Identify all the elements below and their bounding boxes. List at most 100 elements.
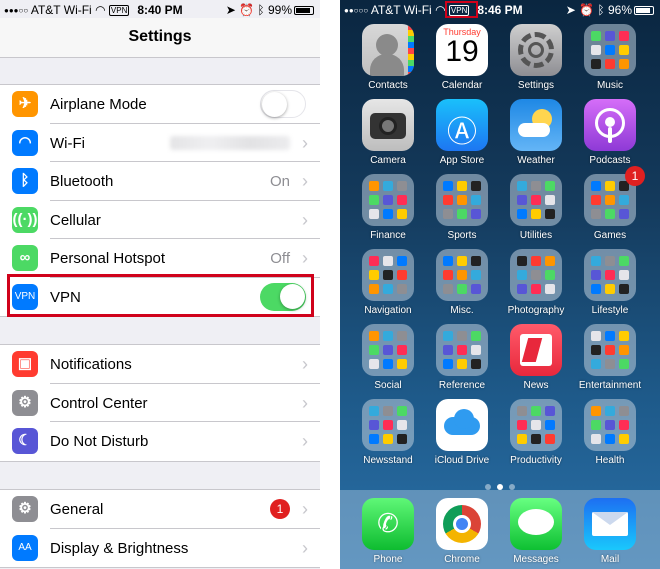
app-badge: 1 bbox=[625, 166, 645, 186]
update-badge: 1 bbox=[270, 499, 290, 519]
app-contacts[interactable]: Contacts bbox=[351, 24, 425, 91]
mail-icon bbox=[584, 498, 636, 550]
phone-icon: ✆ bbox=[362, 498, 414, 550]
battery-icon bbox=[294, 6, 314, 15]
airplane-mode-toggle[interactable] bbox=[260, 90, 306, 118]
app-label: Reference bbox=[438, 380, 486, 391]
hotspot-icon: ∞ bbox=[12, 245, 38, 271]
settings-row-airplane-mode[interactable]: ✈ Airplane Mode bbox=[0, 85, 320, 124]
app-podcasts[interactable]: Podcasts bbox=[573, 99, 647, 166]
app-app-store[interactable]: Ⓐ App Store bbox=[425, 99, 499, 166]
control-center-icon: ⚙ bbox=[12, 389, 38, 416]
app-label: Newsstand bbox=[363, 455, 413, 466]
app-label: Photography bbox=[507, 305, 565, 316]
photography-folder-icon bbox=[510, 249, 562, 301]
chevron-right-icon: › bbox=[302, 132, 308, 153]
dock-app-messages[interactable]: Messages bbox=[499, 498, 573, 565]
navigation-bar: Settings bbox=[0, 18, 320, 58]
app-label: App Store bbox=[439, 155, 485, 166]
bluetooth-status-icon: ᛒ bbox=[257, 3, 265, 17]
app-navigation[interactable]: Navigation bbox=[351, 249, 425, 316]
app-finance[interactable]: Finance bbox=[351, 174, 425, 241]
calendar-icon: Thursday 19 bbox=[436, 24, 488, 76]
app-calendar[interactable]: Thursday 19 Calendar bbox=[425, 24, 499, 91]
page-title: Settings bbox=[128, 28, 192, 45]
app-newsstand[interactable]: Newsstand bbox=[351, 399, 425, 466]
dock-app-chrome[interactable]: Chrome bbox=[425, 498, 499, 565]
settings-group-notifications: ▣ Notifications › ⚙ Control Center › ☾ Do Not D… bbox=[0, 344, 320, 462]
settings-row-label: Wi-Fi bbox=[50, 134, 85, 152]
app-news[interactable]: News bbox=[499, 324, 573, 391]
app-weather[interactable]: Weather bbox=[499, 99, 573, 166]
notifications-icon: ▣ bbox=[12, 351, 38, 377]
settings-row-notifications[interactable]: ▣ Notifications › bbox=[0, 345, 320, 384]
settings-row-label: Notifications bbox=[50, 356, 132, 373]
app-games[interactable]: 1 Games bbox=[573, 166, 647, 241]
dock: ✆ Phone Chrome Messages Mail bbox=[340, 490, 660, 569]
wifi-icon: ◠ bbox=[12, 129, 38, 156]
weather-icon bbox=[510, 99, 562, 151]
social-folder-icon bbox=[362, 324, 414, 376]
app-label: Weather bbox=[517, 155, 555, 166]
settings-row-bluetooth[interactable]: ᛒ Bluetooth On › bbox=[0, 162, 320, 201]
app-label: Finance bbox=[370, 230, 406, 241]
app-settings[interactable]: Settings bbox=[499, 24, 573, 91]
battery-percent: 96% bbox=[607, 3, 632, 17]
settings-row-general[interactable]: ⚙ General 1 › bbox=[0, 490, 320, 529]
chrome-icon bbox=[436, 498, 488, 550]
app-music[interactable]: Music bbox=[573, 24, 647, 91]
alarm-icon: ⏰ bbox=[579, 3, 595, 17]
alarm-icon: ⏰ bbox=[239, 3, 255, 17]
app-label: Lifestyle bbox=[591, 305, 629, 316]
newsstand-folder-icon bbox=[362, 399, 414, 451]
app-camera[interactable]: Camera bbox=[351, 99, 425, 166]
dock-app-phone[interactable]: ✆ Phone bbox=[351, 498, 425, 565]
location-icon: ➤ bbox=[225, 3, 236, 17]
app-health[interactable]: Health bbox=[573, 399, 647, 466]
contacts-icon bbox=[362, 24, 414, 76]
app-sports[interactable]: Sports bbox=[425, 174, 499, 241]
app-label: Settings bbox=[517, 80, 555, 91]
home-screen: ●●○○○ AT&T Wi-Fi ◠ VPN 8:46 PM ➤ ⏰ ᛒ 96%… bbox=[340, 0, 660, 569]
camera-icon bbox=[362, 99, 414, 151]
battery-icon bbox=[634, 6, 654, 15]
settings-row-wi-fi[interactable]: ◠ Wi-Fi › bbox=[0, 124, 320, 162]
settings-row-control-center[interactable]: ⚙ Control Center › bbox=[0, 384, 320, 422]
chevron-right-icon: › bbox=[302, 537, 308, 558]
app-lifestyle[interactable]: Lifestyle bbox=[573, 249, 647, 316]
settings-row-personal-hotspot[interactable]: ∞ Personal Hotspot Off › bbox=[0, 239, 320, 278]
settings-row-display-brightness[interactable]: AA Display & Brightness › bbox=[0, 529, 320, 568]
settings-row-cellular[interactable]: ((·)) Cellular › bbox=[0, 201, 320, 239]
app-label: Navigation bbox=[364, 305, 412, 316]
app-label: Social bbox=[374, 380, 402, 391]
settings-row-do-not-disturb[interactable]: ☾ Do Not Disturb › bbox=[0, 422, 320, 461]
app-label: Music bbox=[596, 80, 624, 91]
app-social[interactable]: Social bbox=[351, 324, 425, 391]
app-photography[interactable]: Photography bbox=[499, 249, 573, 316]
location-icon: ➤ bbox=[565, 3, 576, 17]
settings-gear-icon bbox=[510, 24, 562, 76]
app-label: iCloud Drive bbox=[434, 455, 490, 466]
app-utilities[interactable]: Utilities bbox=[499, 174, 573, 241]
settings-row-label: Cellular bbox=[50, 211, 101, 229]
app-entertainment[interactable]: Entertainment bbox=[573, 324, 647, 391]
app-reference[interactable]: Reference bbox=[425, 324, 499, 391]
app-label: Messages bbox=[513, 554, 559, 565]
bluetooth-icon: ᛒ bbox=[12, 168, 38, 194]
app-label: Sports bbox=[447, 230, 477, 241]
settings-row-label: Do Not Disturb bbox=[50, 433, 149, 450]
app-productivity[interactable]: Productivity bbox=[499, 399, 573, 466]
chevron-right-icon: › bbox=[302, 499, 308, 519]
dock-app-mail[interactable]: Mail bbox=[573, 498, 647, 565]
bluetooth-status-icon: ᛒ bbox=[597, 3, 605, 17]
lifestyle-folder-icon bbox=[584, 249, 636, 301]
app-store-icon: Ⓐ bbox=[436, 99, 488, 151]
misc-folder-icon bbox=[436, 249, 488, 301]
airplane-icon: ✈ bbox=[12, 91, 38, 117]
app-label: Calendar bbox=[441, 80, 483, 91]
gear-icon: ⚙ bbox=[12, 496, 38, 522]
app-icloud-drive[interactable]: iCloud Drive bbox=[425, 399, 499, 466]
app-label: Games bbox=[593, 230, 627, 241]
app-misc-[interactable]: Misc. bbox=[425, 249, 499, 316]
vpn-highlight-box bbox=[445, 1, 478, 18]
